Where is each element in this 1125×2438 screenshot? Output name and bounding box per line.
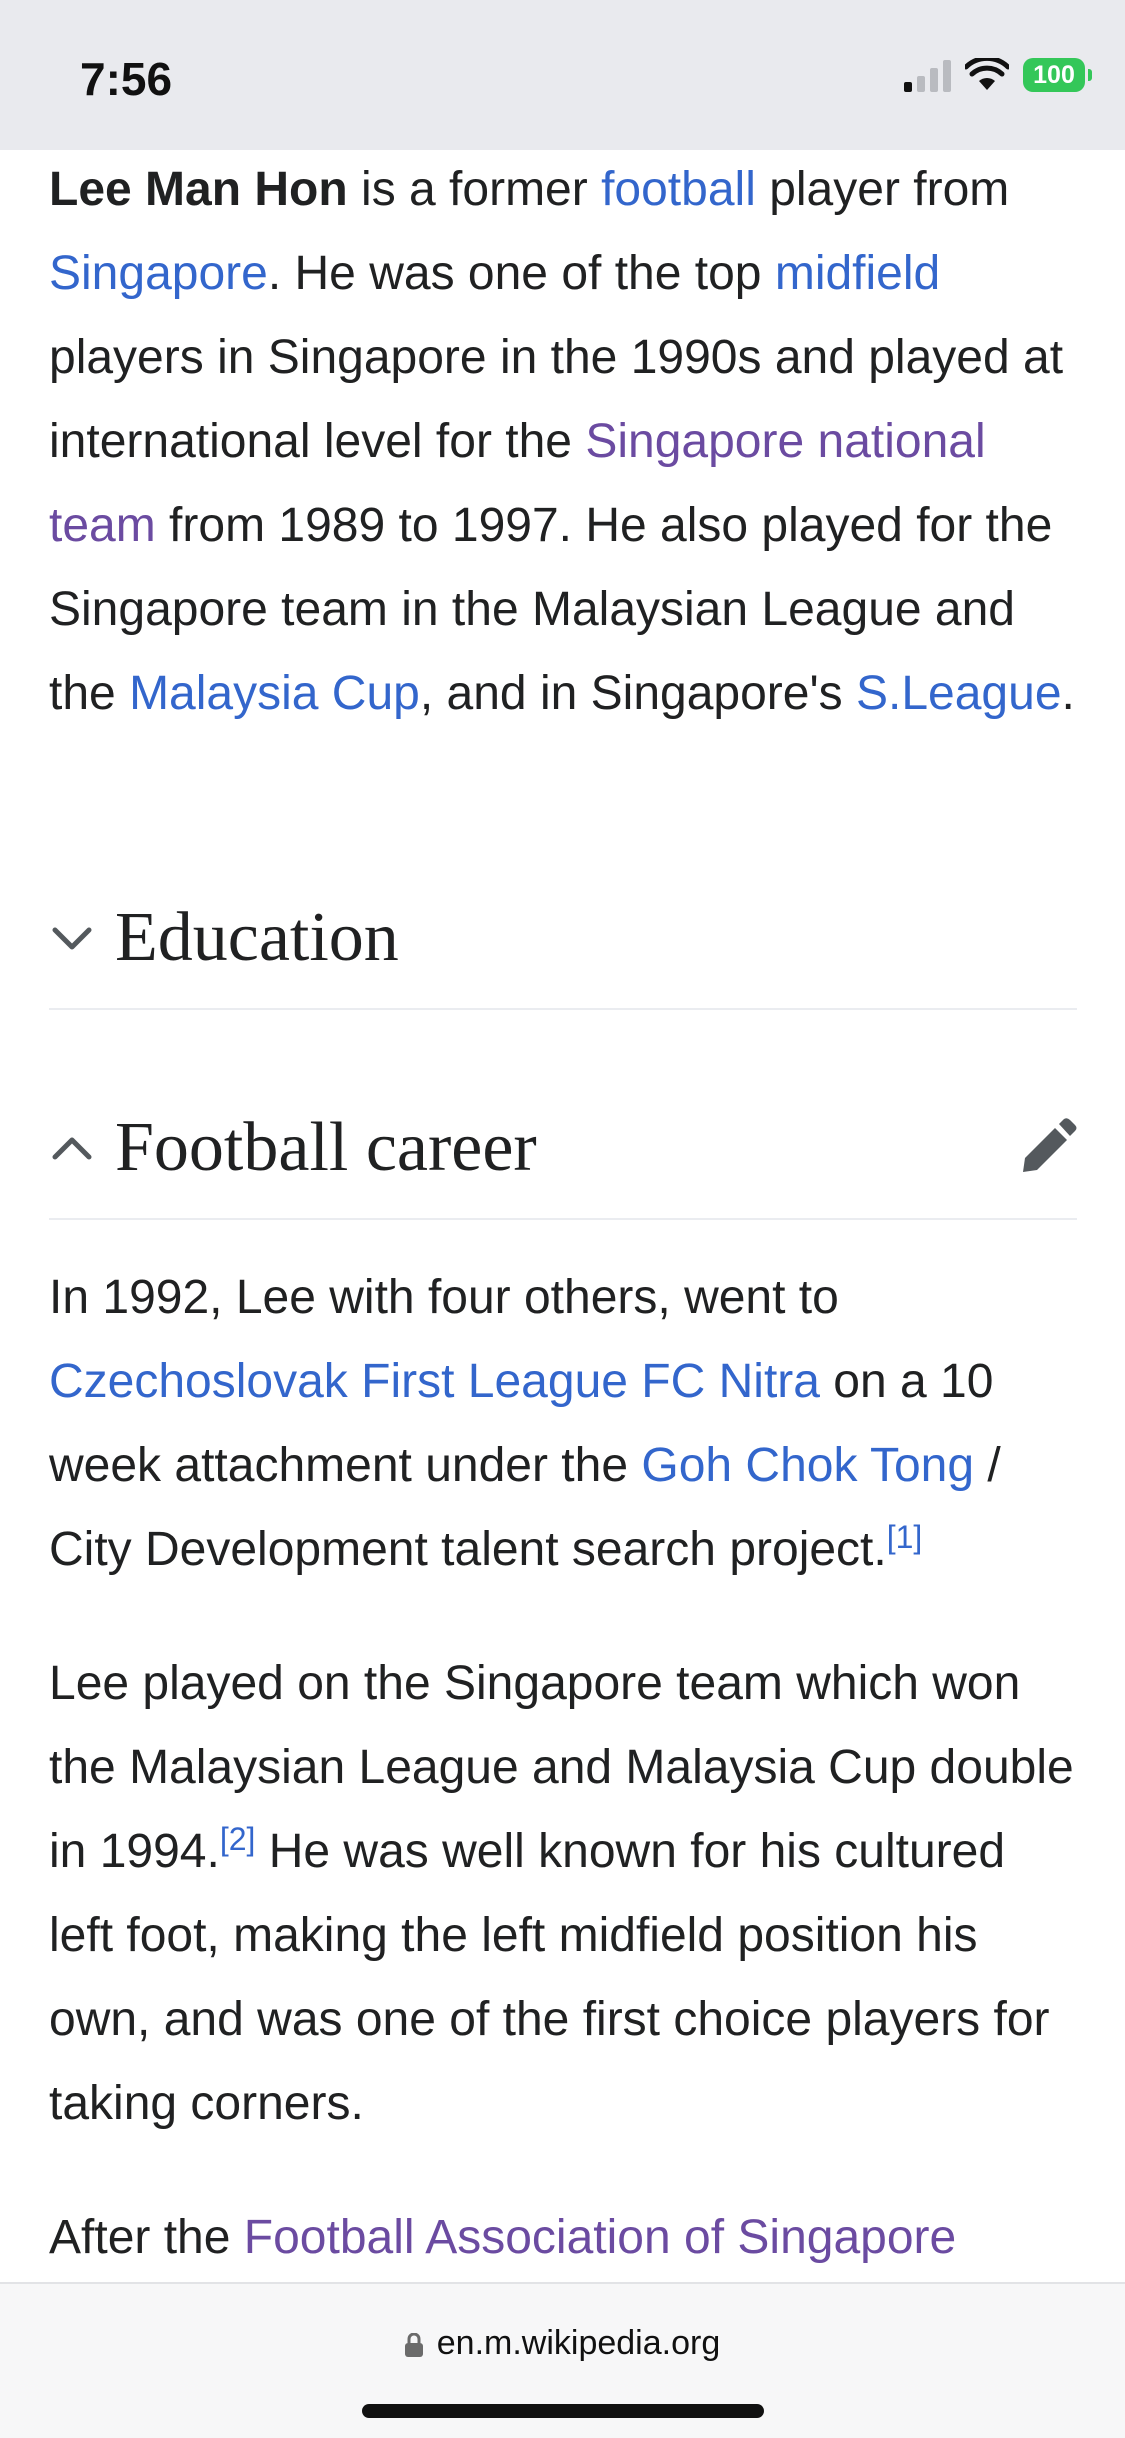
status-bar: 7:56 100: [0, 0, 1125, 150]
career-paragraph-3: After the Football Association of Singap…: [49, 2211, 957, 2264]
article-subject: Lee Man Hon: [49, 163, 348, 216]
home-indicator[interactable]: [362, 2404, 764, 2418]
section-header-football-career[interactable]: Football career: [49, 1078, 1077, 1220]
section-title-football-career: Football career: [115, 1109, 537, 1186]
link-singapore[interactable]: Singapore: [49, 247, 268, 300]
career-paragraph-1: In 1992, Lee with four others, went to C…: [49, 1271, 1001, 1576]
article-content: Lee Man Hon is a former football player …: [49, 148, 1079, 736]
cellular-signal-icon: [904, 58, 951, 92]
lock-icon: [404, 2333, 423, 2357]
reference-1[interactable]: [1]: [887, 1519, 923, 1555]
intro-paragraph: Lee Man Hon is a former football player …: [49, 163, 1075, 720]
edit-pencil-icon[interactable]: [1017, 1118, 1077, 1178]
status-icons: 100: [904, 58, 1092, 92]
link-midfield[interactable]: midfield: [775, 247, 940, 300]
link-football[interactable]: football: [601, 163, 756, 216]
career-paragraph-2: Lee played on the Singapore team which w…: [49, 1657, 1074, 2130]
link-s-league[interactable]: S.League: [856, 667, 1062, 720]
link-fc-nitra[interactable]: Czechoslovak First League FC Nitra: [49, 1355, 820, 1408]
link-fas[interactable]: Football Association of Singapore: [244, 2211, 956, 2264]
address-field[interactable]: en.m.wikipedia.org: [0, 2324, 1125, 2363]
battery-icon: 100: [1023, 58, 1092, 92]
section-title-education: Education: [115, 899, 399, 976]
section-header-education[interactable]: Education: [49, 868, 1077, 1010]
wifi-icon: [965, 58, 1009, 90]
browser-address-bar[interactable]: en.m.wikipedia.org: [0, 2282, 1125, 2438]
status-time: 7:56: [80, 53, 173, 105]
chevron-down-icon: [52, 927, 92, 950]
football-career-content: In 1992, Lee with four others, went to C…: [49, 1256, 1079, 2280]
reference-2[interactable]: [2]: [220, 1821, 256, 1857]
chevron-up-icon: [52, 1137, 92, 1160]
link-goh-chok-tong[interactable]: Goh Chok Tong: [641, 1439, 974, 1492]
link-malaysia-cup[interactable]: Malaysia Cup: [129, 667, 420, 720]
url-text: en.m.wikipedia.org: [436, 2324, 721, 2362]
